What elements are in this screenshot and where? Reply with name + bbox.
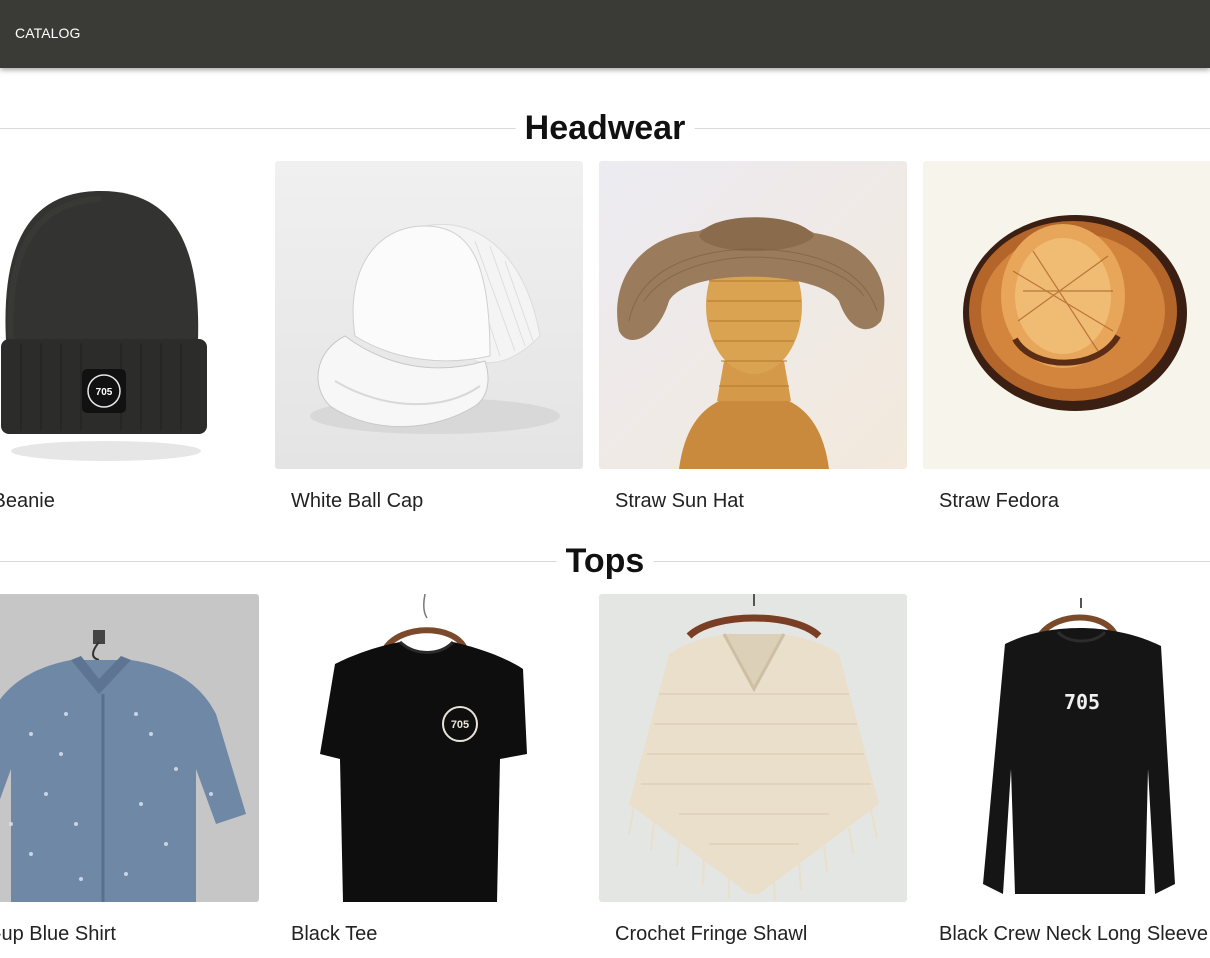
product-image-black-crew-neck-long-sleeve[interactable]: 705: [923, 594, 1210, 902]
section-heading-headwear: Headwear: [0, 108, 1210, 148]
product-name[interactable]: Straw Fedora: [939, 490, 1059, 513]
catalog-nav-link[interactable]: CATALOG: [15, 25, 81, 41]
product-name[interactable]: Straw Sun Hat: [615, 490, 744, 513]
product-name[interactable]: ton-up Blue Shirt: [0, 923, 116, 946]
section-heading-tops: Tops: [0, 541, 1210, 581]
beanie-patch-logo: 705: [96, 387, 113, 398]
product-name[interactable]: Black Tee: [291, 923, 377, 946]
product-image-white-ball-cap[interactable]: [275, 161, 583, 469]
section-title: Tops: [556, 541, 654, 581]
tee-chest-logo: 705: [451, 719, 469, 731]
product-name[interactable]: Black Crew Neck Long Sleeve: [939, 923, 1208, 946]
product-image-black-tee[interactable]: 705: [275, 594, 583, 902]
product-name[interactable]: ck Beanie: [0, 490, 55, 513]
product-image-straw-fedora[interactable]: [923, 161, 1210, 469]
product-image-button-up-blue-shirt[interactable]: [0, 594, 259, 902]
product-name[interactable]: Crochet Fringe Shawl: [615, 923, 807, 946]
product-image-crochet-fringe-shawl[interactable]: [599, 594, 907, 902]
longsleeve-chest-logo: 705: [1064, 690, 1100, 714]
product-image-black-beanie[interactable]: 705: [0, 161, 259, 469]
product-name[interactable]: White Ball Cap: [291, 490, 423, 513]
top-navigation-bar: CATALOG: [0, 0, 1210, 68]
product-image-straw-sun-hat[interactable]: [599, 161, 907, 469]
section-title: Headwear: [515, 108, 695, 148]
